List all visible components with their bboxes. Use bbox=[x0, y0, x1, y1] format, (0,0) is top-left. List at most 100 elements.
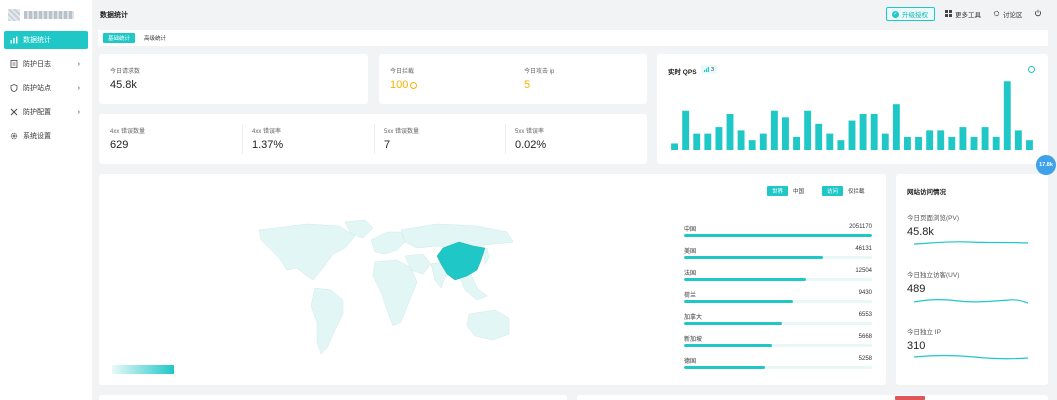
mode-blocked-option[interactable]: 仅拦截 bbox=[843, 186, 870, 196]
uv-value: 489 bbox=[907, 283, 926, 295]
forum-icon bbox=[993, 10, 1000, 19]
qps-bar bbox=[737, 130, 745, 150]
refresh-icon[interactable] bbox=[1028, 66, 1035, 73]
tab-advanced-stats[interactable]: 高级统计 bbox=[139, 33, 171, 43]
qps-bar bbox=[892, 104, 900, 150]
scope-china-option[interactable]: 中国 bbox=[788, 186, 809, 196]
requests-today-label: 今日请求数 bbox=[110, 69, 141, 75]
ranking-bar-track bbox=[684, 256, 872, 259]
err5xx-count-label: 5xx 错误数量 bbox=[384, 129, 420, 135]
qps-bar bbox=[915, 136, 922, 150]
ranking-country: 美国 bbox=[684, 249, 697, 255]
forum-button[interactable]: 讨论区 bbox=[993, 7, 1023, 21]
attack-ip-value: 5 bbox=[524, 79, 531, 91]
ip-label: 今日独立 IP bbox=[907, 329, 941, 336]
err4xx-rate-value: 1.37% bbox=[252, 139, 284, 151]
divider bbox=[374, 124, 375, 154]
mode-toggle: 访问 仅拦截 bbox=[822, 186, 870, 196]
ranking-bar-track bbox=[684, 278, 872, 281]
requests-card: 今日请求数 45.8k bbox=[99, 54, 368, 104]
tools-icon bbox=[10, 108, 18, 116]
qps-bar bbox=[782, 117, 789, 150]
ranking-bar-fill bbox=[684, 234, 872, 237]
sidebar-item-settings[interactable]: 系统设置 bbox=[4, 127, 88, 145]
ip-value: 310 bbox=[907, 340, 926, 352]
page-title: 数据统计 bbox=[100, 12, 128, 19]
scope-world-option[interactable]: 世界 bbox=[767, 186, 789, 196]
sidebar-item-label: 数据统计 bbox=[23, 37, 51, 44]
ranking-row: 加拿大 6553 bbox=[684, 312, 872, 332]
sidebar-item-sites[interactable]: 防护站点 › bbox=[4, 79, 88, 97]
sidebar-item-config[interactable]: 防护配置 › bbox=[4, 103, 88, 121]
ranking-bar-fill bbox=[684, 322, 782, 325]
info-icon[interactable] bbox=[410, 82, 417, 89]
south-america-region bbox=[310, 287, 344, 355]
world-map[interactable] bbox=[247, 218, 527, 368]
qps-bar bbox=[671, 143, 678, 150]
qps-bar bbox=[770, 110, 778, 150]
ranking-bar-fill bbox=[684, 256, 824, 259]
sidebar: 数据统计 防护日志 › 防护站点 › 防护配置 › 系统设置 bbox=[0, 0, 92, 400]
app-logo[interactable] bbox=[8, 9, 74, 21]
sidebar-item-label: 防护站点 bbox=[23, 85, 51, 92]
grid-icon bbox=[945, 9, 952, 19]
floating-qps-badge[interactable]: 17.8k bbox=[1036, 155, 1056, 175]
requests-today-value: 45.8k bbox=[110, 79, 137, 91]
ranking-country: 加拿大 bbox=[684, 315, 703, 321]
ranking-value: 9430 bbox=[858, 290, 872, 296]
qps-bar bbox=[948, 136, 956, 150]
sidebar-item-label: 防护配置 bbox=[23, 109, 51, 116]
ranking-bar-track bbox=[684, 300, 872, 303]
upgrade-button[interactable]: ✓ 升级授权 bbox=[886, 7, 935, 21]
ranking-row: 中国 2051170 bbox=[684, 224, 872, 244]
logout-button[interactable] bbox=[1034, 7, 1042, 21]
logo-text bbox=[24, 11, 74, 19]
mode-visits-option[interactable]: 访问 bbox=[822, 186, 844, 196]
ranking-country: 德国 bbox=[684, 359, 697, 365]
uv-label: 今日独立访客(UV) bbox=[907, 272, 960, 279]
qps-bar bbox=[848, 120, 856, 150]
divider bbox=[242, 124, 243, 154]
ranking-country: 新加坡 bbox=[684, 337, 703, 343]
more-tools-button[interactable]: 更多工具 bbox=[945, 7, 981, 21]
signal-icon bbox=[704, 67, 709, 72]
more-tools-label: 更多工具 bbox=[955, 12, 981, 19]
qps-bar bbox=[682, 110, 690, 150]
err4xx-count-value: 629 bbox=[110, 139, 129, 151]
pv-sparkline bbox=[914, 241, 1028, 245]
qps-bar bbox=[837, 140, 845, 150]
sidebar-item-stats[interactable]: 数据统计 bbox=[4, 31, 88, 49]
ranking-bar-track bbox=[684, 234, 872, 237]
tab-basic-stats[interactable]: 基础统计 bbox=[103, 33, 136, 43]
errors-card: 4xx 错误数量 629 4xx 错误率 1.37% 5xx 错误数量 7 5x… bbox=[99, 114, 647, 164]
sidebar-item-label: 防护日志 bbox=[23, 61, 51, 68]
southeast-asia-region bbox=[458, 273, 488, 301]
qps-bar bbox=[726, 114, 734, 150]
qps-bar bbox=[1026, 140, 1033, 150]
ranking-bar-fill bbox=[684, 366, 765, 369]
ranking-country: 法国 bbox=[684, 271, 697, 277]
ip-sparkline bbox=[914, 354, 1028, 360]
chevron-right-icon: › bbox=[77, 60, 80, 68]
chevron-right-icon: › bbox=[77, 108, 80, 116]
ranking-value: 5258 bbox=[858, 356, 872, 362]
qps-bar bbox=[959, 127, 967, 150]
qps-title: 实时 QPS bbox=[668, 69, 697, 76]
ranking-value: 5668 bbox=[858, 334, 872, 340]
bar-chart-icon bbox=[10, 36, 18, 44]
africa-region bbox=[372, 259, 418, 327]
qps-bar bbox=[693, 133, 701, 150]
sidebar-item-logs[interactable]: 防护日志 › bbox=[4, 55, 88, 73]
blocked-today-label: 今日拦截 bbox=[390, 69, 415, 75]
qps-bar bbox=[704, 133, 712, 150]
upgrade-label: 升级授权 bbox=[902, 12, 928, 19]
ranking-country: 荷兰 bbox=[684, 293, 697, 299]
ranking-value: 6553 bbox=[858, 312, 872, 318]
ranking-value: 46131 bbox=[855, 246, 872, 252]
north-america-region bbox=[258, 223, 356, 281]
pv-label: 今日页面浏览(PV) bbox=[907, 215, 959, 222]
australia-region bbox=[466, 309, 510, 341]
ranking-row: 德国 5258 bbox=[684, 356, 872, 376]
bottom-card-left bbox=[99, 395, 567, 400]
ranking-value: 12504 bbox=[855, 268, 872, 274]
